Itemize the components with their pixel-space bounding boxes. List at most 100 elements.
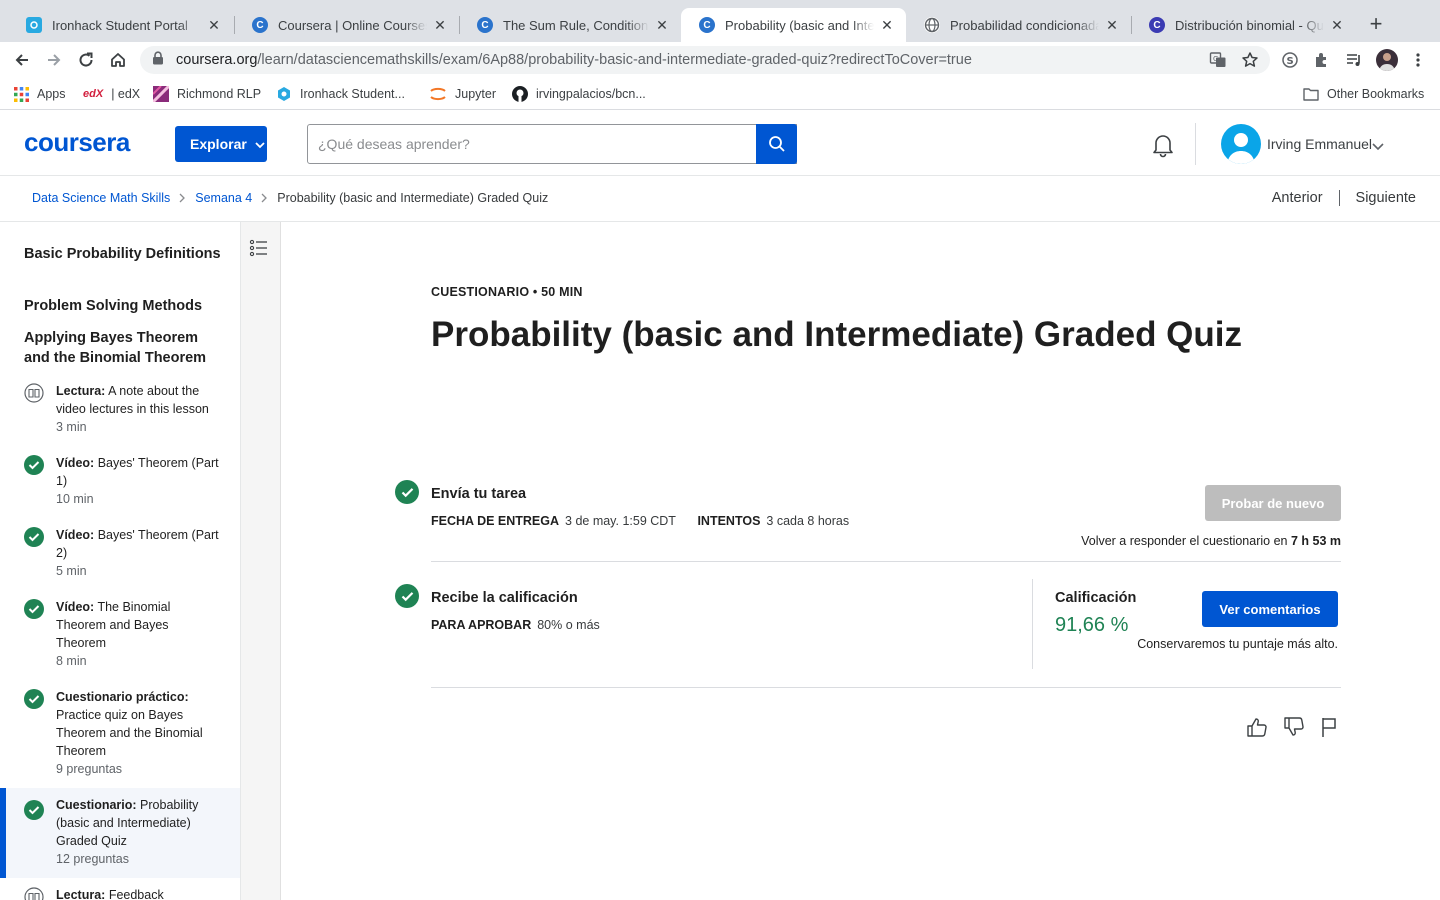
lesson-title[interactable]: Applying Bayes Theorem and the Binomial … — [24, 328, 224, 368]
apps-grid-icon — [14, 86, 29, 102]
breadcrumb-week[interactable]: Semana 4 — [195, 191, 252, 205]
home-button[interactable] — [106, 48, 130, 72]
flag-icon[interactable] — [1318, 716, 1340, 738]
search-button[interactable] — [756, 124, 797, 164]
close-tab-icon[interactable]: ✕ — [878, 17, 896, 34]
bookmarks-bar: Apps edX | edX Richmond RLP Ironhack Stu… — [0, 78, 1440, 110]
course-outline-sidebar: Basic Probability Definitions Problem So… — [0, 222, 241, 900]
view-feedback-button[interactable]: Ver comentarios — [1202, 591, 1338, 627]
browser-tab[interactable]: C Distribución binomial - Qué es ✕ — [1131, 8, 1356, 42]
close-tab-icon[interactable]: ✕ — [653, 17, 671, 34]
outline-item-text: Cuestionario: Probability (basic and Int… — [56, 796, 221, 850]
header-divider — [1195, 123, 1196, 165]
browser-tab-active[interactable]: C Probability (basic and Intermediate) G… — [681, 8, 906, 42]
svg-text:G: G — [1213, 55, 1218, 63]
bookmark-edx[interactable]: edX | edX — [83, 85, 140, 103]
grade-step-meta: PARA APROBAR 80% o más — [431, 618, 618, 632]
bookmark-ironhack[interactable]: Ironhack Student... — [276, 85, 405, 103]
grade-label: Calificación — [1055, 590, 1137, 606]
user-name[interactable]: Irving Emmanuel — [1267, 136, 1372, 152]
close-tab-icon[interactable]: ✕ — [1328, 17, 1346, 34]
menu-kebab-icon[interactable] — [1408, 50, 1428, 70]
bookmark-jupyter[interactable]: Jupyter — [429, 85, 496, 103]
address-bar[interactable]: coursera.org/learn/datasciencemathskills… — [140, 46, 1270, 74]
back-button[interactable] — [10, 48, 34, 72]
explore-label: Explorar — [190, 136, 247, 152]
close-tab-icon[interactable]: ✕ — [1103, 17, 1121, 34]
github-icon — [512, 86, 528, 102]
arrow-left-icon — [15, 54, 28, 66]
bookmark-github[interactable]: irvingpalacios/bcn... — [512, 85, 646, 103]
tab-title: The Sum Rule, Conditional Probability — [503, 17, 649, 33]
bookmark-apps[interactable]: Apps — [14, 85, 66, 103]
nav-divider — [1338, 190, 1340, 206]
other-bookmarks[interactable]: Other Bookmarks — [1303, 85, 1424, 103]
forward-button[interactable] — [42, 48, 66, 72]
retry-button[interactable]: Probar de nuevo — [1205, 485, 1341, 521]
notifications-bell-icon[interactable] — [1150, 132, 1176, 163]
outline-list-icon[interactable] — [249, 238, 271, 260]
home-icon — [111, 53, 125, 67]
bookmark-label: Richmond RLP — [177, 87, 262, 101]
browser-tab[interactable]: Ironhack Student Portal ✕ — [8, 8, 233, 42]
breadcrumb: Data Science Math Skills Semana 4 Probab… — [32, 191, 548, 205]
coursera-logo[interactable]: coursera — [24, 127, 130, 158]
thumbs-up-icon[interactable] — [1246, 716, 1268, 738]
due-date-label: FECHA DE ENTREGA — [431, 514, 560, 528]
attempts-label: INTENTOS — [697, 514, 761, 528]
outline-item-active[interactable]: Cuestionario: Probability (basic and Int… — [0, 788, 240, 878]
outline-toggle-rail — [241, 222, 281, 900]
outline-item[interactable]: Vídeo: Bayes' Theorem (Part 2) 5 min — [0, 524, 240, 588]
lesson-title[interactable]: Basic Probability Definitions — [24, 244, 224, 264]
pass-value: 80% o más — [537, 618, 600, 632]
retry-countdown: Volver a responder el cuestionario en 7 … — [1081, 534, 1341, 548]
bookmark-label: Ironhack Student... — [300, 87, 405, 101]
browser-tab[interactable]: C The Sum Rule, Conditional Probability … — [459, 8, 681, 42]
url-path: /learn/datasciencemathskills/exam/6Ap88/… — [257, 52, 972, 68]
previous-link[interactable]: Anterior — [1272, 190, 1323, 206]
new-tab-button[interactable]: + — [1364, 12, 1388, 36]
search-icon — [768, 136, 785, 152]
extensions-icon[interactable] — [1312, 50, 1332, 70]
translate-icon[interactable]: G — [1208, 50, 1228, 70]
outline-item-title: Feedback — [108, 888, 164, 900]
url-host: coursera.org — [176, 52, 258, 68]
next-link[interactable]: Siguiente — [1356, 190, 1416, 206]
outline-item-text: Cuestionario práctico: Practice quiz on … — [56, 688, 221, 760]
close-tab-icon[interactable]: ✕ — [431, 17, 449, 34]
outline-item[interactable]: Vídeo: Bayes' Theorem (Part 1) 10 min — [0, 452, 240, 516]
close-tab-icon[interactable]: ✕ — [205, 17, 223, 34]
outline-item[interactable]: Cuestionario práctico: Practice quiz on … — [0, 686, 240, 786]
outline-item[interactable]: Lectura: A note about the video lectures… — [0, 380, 240, 444]
outline-item[interactable]: Vídeo: The Binomial Theorem and Bayes Th… — [0, 596, 240, 678]
other-bookmarks-label: Other Bookmarks — [1327, 87, 1425, 101]
check-circle-icon — [24, 800, 44, 820]
user-avatar-icon[interactable] — [1221, 124, 1261, 164]
reload-button[interactable] — [74, 48, 98, 72]
breadcrumb-course[interactable]: Data Science Math Skills — [32, 191, 170, 205]
tab-title: Distribución binomial - Qué es — [1175, 17, 1324, 33]
thumbs-down-icon[interactable] — [1283, 716, 1305, 738]
outline-item[interactable]: Lectura: Feedback — [0, 884, 240, 900]
keep-highest-score-text: Conservaremos tu puntaje más alto. — [1137, 637, 1338, 651]
lesson-title[interactable]: Problem Solving Methods — [24, 296, 224, 316]
coursera-icon: C — [477, 17, 493, 33]
grade-value: 91,66 % — [1055, 614, 1129, 636]
outline-item-type: Vídeo: — [56, 456, 95, 470]
chevron-down-icon[interactable] — [1372, 138, 1384, 156]
browser-tab[interactable]: C Coursera | Online Courses & Credential… — [234, 8, 459, 42]
media-control-icon[interactable] — [1344, 50, 1364, 70]
coursera-icon: C — [699, 17, 715, 33]
retry-time: 7 h 53 m — [1290, 534, 1341, 548]
browser-tab[interactable]: Probabilidad condicionada ✕ — [906, 8, 1131, 42]
chevron-right-icon — [179, 193, 186, 203]
search-input[interactable] — [308, 126, 748, 162]
profile-avatar-icon[interactable] — [1376, 49, 1398, 71]
explore-button[interactable]: Explorar — [175, 126, 267, 162]
bookmark-richmond[interactable]: Richmond RLP — [153, 85, 261, 103]
grade-step-title: Recibe la calificación — [431, 590, 578, 606]
bookmark-star-icon[interactable] — [1240, 50, 1260, 70]
skype-icon[interactable]: S — [1280, 50, 1300, 70]
outline-item-type: Lectura: — [56, 888, 106, 900]
browser-toolbar: coursera.org/learn/datasciencemathskills… — [0, 42, 1440, 78]
